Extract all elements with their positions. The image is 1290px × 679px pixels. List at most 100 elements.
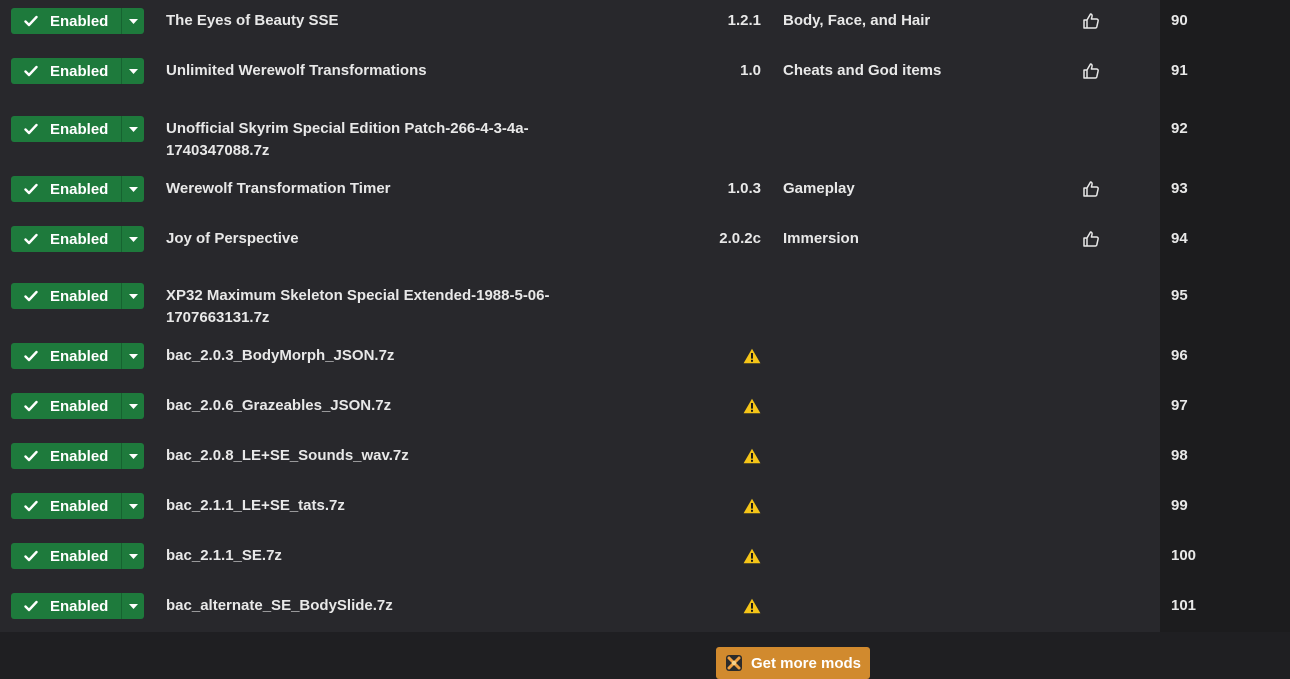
caret-down-icon (128, 236, 138, 242)
status-dropdown-button[interactable] (122, 176, 144, 202)
mod-name: XP32 Maximum Skeleton Special Extended-1… (166, 287, 550, 326)
status-toggle-button[interactable]: Enabled (11, 58, 144, 84)
status-enabled-button[interactable]: Enabled (11, 593, 121, 619)
status-toggle-button[interactable]: Enabled (11, 283, 144, 309)
status-enabled-button[interactable]: Enabled (11, 226, 121, 252)
status-dropdown-button[interactable] (122, 543, 144, 569)
status-dropdown-button[interactable] (122, 393, 144, 419)
mod-row[interactable]: Enabled bac_2.0.8_LE+SE_Sounds_wav.7z 98 (0, 443, 1290, 469)
checkmark-icon (24, 290, 38, 302)
status-label: Enabled (50, 180, 109, 198)
mod-priority: 98 (1171, 447, 1188, 464)
checkmark-icon (24, 550, 38, 562)
mod-name: bac_2.0.3_BodyMorph_JSON.7z (166, 347, 395, 364)
checkmark-icon (24, 600, 38, 612)
warning-icon[interactable] (743, 598, 761, 614)
status-enabled-button[interactable]: Enabled (11, 443, 121, 469)
mod-row[interactable]: Enabled bac_2.1.1_LE+SE_tats.7z 99 (0, 493, 1290, 519)
status-dropdown-button[interactable] (122, 8, 144, 34)
warning-icon[interactable] (743, 348, 761, 364)
mod-name: bac_2.0.6_Grazeables_JSON.7z (166, 397, 392, 414)
warning-icon[interactable] (743, 448, 761, 464)
checkmark-icon (24, 233, 38, 245)
mod-version: 1.0 (740, 62, 761, 79)
status-enabled-button[interactable]: Enabled (11, 543, 121, 569)
mod-priority: 91 (1171, 62, 1188, 79)
checkmark-icon (24, 450, 38, 462)
get-more-mods-button[interactable]: Get more mods (716, 647, 870, 679)
get-more-mods-label: Get more mods (751, 654, 862, 672)
caret-down-icon (128, 186, 138, 192)
caret-down-icon (128, 18, 138, 24)
caret-down-icon (128, 68, 138, 74)
mod-row[interactable]: Enabled XP32 Maximum Skeleton Special Ex… (0, 273, 1290, 326)
mod-category: Immersion (783, 230, 859, 247)
mod-version: 2.0.2c (719, 230, 761, 247)
warning-icon[interactable] (743, 548, 761, 564)
thumbs-up-icon[interactable] (1082, 62, 1100, 80)
status-enabled-button[interactable]: Enabled (11, 393, 121, 419)
status-dropdown-button[interactable] (122, 283, 144, 309)
mod-version: 1.0.3 (727, 180, 761, 197)
status-toggle-button[interactable]: Enabled (11, 176, 144, 202)
mod-row[interactable]: Enabled Werewolf Transformation Timer 1.0… (0, 176, 1290, 202)
mod-row[interactable]: Enabled Joy of Perspective 2.0.2c Immersio… (0, 226, 1290, 252)
mod-version: 1.2.1 (727, 12, 761, 29)
mod-name: bac_2.1.1_LE+SE_tats.7z (166, 497, 345, 514)
warning-icon[interactable] (743, 398, 761, 414)
status-label: Enabled (50, 230, 109, 248)
mod-row[interactable]: Enabled bac_2.0.3_BodyMorph_JSON.7z 96 (0, 343, 1290, 369)
mod-row[interactable]: Enabled bac_2.0.6_Grazeables_JSON.7z 97 (0, 393, 1290, 419)
status-toggle-button[interactable]: Enabled (11, 493, 144, 519)
mod-row[interactable]: Enabled The Eyes of Beauty SSE 1.2.1 Body,… (0, 8, 1290, 34)
mod-row[interactable]: Enabled Unofficial Skyrim Special Editio… (0, 106, 1290, 159)
status-toggle-button[interactable]: Enabled (11, 393, 144, 419)
status-enabled-button[interactable]: Enabled (11, 343, 121, 369)
status-dropdown-button[interactable] (122, 493, 144, 519)
status-label: Enabled (50, 447, 109, 465)
status-dropdown-button[interactable] (122, 116, 144, 142)
status-dropdown-button[interactable] (122, 593, 144, 619)
status-toggle-button[interactable]: Enabled (11, 226, 144, 252)
status-toggle-button[interactable]: Enabled (11, 443, 144, 469)
thumbs-up-icon[interactable] (1082, 12, 1100, 30)
status-dropdown-button[interactable] (122, 58, 144, 84)
mod-row[interactable]: Enabled bac_alternate_SE_BodySlide.7z 10… (0, 593, 1290, 619)
status-label: Enabled (50, 12, 109, 30)
status-enabled-button[interactable]: Enabled (11, 176, 121, 202)
checkmark-icon (24, 123, 38, 135)
status-dropdown-button[interactable] (122, 226, 144, 252)
mod-priority: 101 (1171, 597, 1197, 614)
status-toggle-button[interactable]: Enabled (11, 343, 144, 369)
status-toggle-button[interactable]: Enabled (11, 116, 144, 142)
mod-row[interactable]: Enabled bac_2.1.1_SE.7z 100 (0, 543, 1290, 569)
status-enabled-button[interactable]: Enabled (11, 283, 121, 309)
mod-priority: 93 (1171, 180, 1188, 197)
status-dropdown-button[interactable] (122, 343, 144, 369)
status-dropdown-button[interactable] (122, 443, 144, 469)
status-label: Enabled (50, 597, 109, 615)
checkmark-icon (24, 400, 38, 412)
mod-priority: 96 (1171, 347, 1188, 364)
thumbs-up-icon[interactable] (1082, 180, 1100, 198)
mod-name: Unofficial Skyrim Special Edition Patch-… (166, 120, 529, 159)
caret-down-icon (128, 503, 138, 509)
checkmark-icon (24, 500, 38, 512)
status-enabled-button[interactable]: Enabled (11, 8, 121, 34)
mod-priority: 92 (1171, 120, 1188, 137)
mod-row[interactable]: Enabled Unlimited Werewolf Transformatio… (0, 58, 1290, 84)
thumbs-up-icon[interactable] (1082, 230, 1100, 248)
status-toggle-button[interactable]: Enabled (11, 593, 144, 619)
caret-down-icon (128, 126, 138, 132)
warning-icon[interactable] (743, 498, 761, 514)
mod-priority: 94 (1171, 230, 1188, 247)
status-toggle-button[interactable]: Enabled (11, 8, 144, 34)
status-label: Enabled (50, 62, 109, 80)
status-enabled-button[interactable]: Enabled (11, 116, 121, 142)
status-enabled-button[interactable]: Enabled (11, 493, 121, 519)
status-enabled-button[interactable]: Enabled (11, 58, 121, 84)
mod-category: Body, Face, and Hair (783, 12, 931, 29)
caret-down-icon (128, 293, 138, 299)
status-toggle-button[interactable]: Enabled (11, 543, 144, 569)
caret-down-icon (128, 553, 138, 559)
